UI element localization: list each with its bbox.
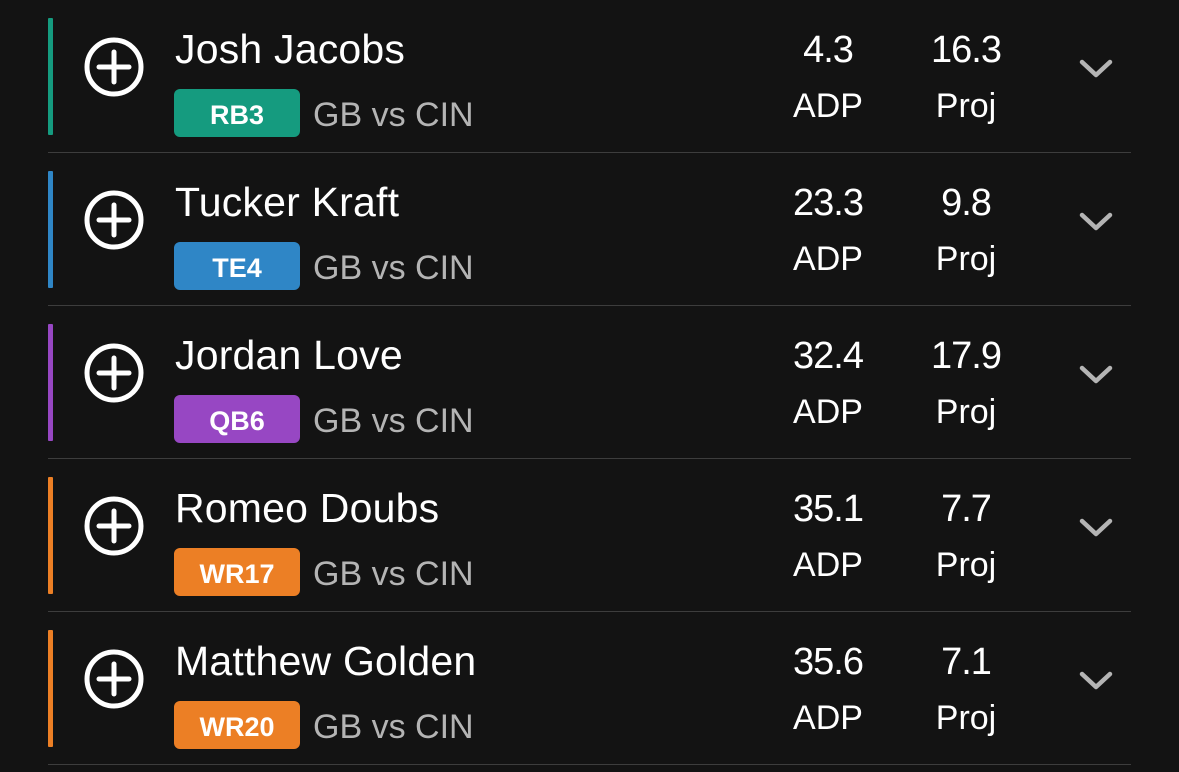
adp-stat: 35.1 ADP xyxy=(768,481,888,593)
player-list: Josh Jacobs RB3 GB vs CIN 4.3 ADP 16.3 P… xyxy=(0,0,1179,772)
proj-value: 16.3 xyxy=(931,29,1002,71)
proj-label: Proj xyxy=(935,546,997,584)
position-color-bar xyxy=(48,171,53,288)
player-name: Josh Jacobs xyxy=(175,26,406,72)
proj-label: Proj xyxy=(935,240,997,278)
position-badge: WR17 xyxy=(174,548,300,596)
adp-stat: 23.3 ADP xyxy=(768,175,888,287)
proj-value: 9.8 xyxy=(941,182,992,224)
proj-stat: 17.9 Proj xyxy=(906,328,1026,440)
proj-value: 7.7 xyxy=(941,488,992,530)
add-player-button[interactable] xyxy=(84,37,144,97)
add-player-button[interactable] xyxy=(84,649,144,709)
adp-value: 32.4 xyxy=(793,335,864,377)
chevron-down-icon xyxy=(1079,365,1113,384)
matchup-text: GB vs CIN xyxy=(313,401,474,440)
adp-label: ADP xyxy=(793,546,863,584)
proj-label: Proj xyxy=(935,87,997,125)
position-badge: RB3 xyxy=(174,89,300,137)
player-name: Jordan Love xyxy=(175,332,403,378)
adp-label: ADP xyxy=(793,393,863,431)
expand-row-button[interactable] xyxy=(1078,211,1114,233)
expand-row-button[interactable] xyxy=(1078,670,1114,692)
position-badge: WR20 xyxy=(174,701,300,749)
chevron-down-icon xyxy=(1079,518,1113,537)
proj-value: 7.1 xyxy=(941,641,992,683)
proj-stat: 7.7 Proj xyxy=(906,481,1026,593)
player-meta: QB6 GB vs CIN xyxy=(174,395,474,443)
adp-value: 35.1 xyxy=(793,488,864,530)
adp-stat: 32.4 ADP xyxy=(768,328,888,440)
matchup-text: GB vs CIN xyxy=(313,248,474,287)
proj-label: Proj xyxy=(935,393,997,431)
player-name: Romeo Doubs xyxy=(175,485,440,531)
player-meta: RB3 GB vs CIN xyxy=(174,89,474,137)
proj-stat: 16.3 Proj xyxy=(906,22,1026,134)
proj-stat: 9.8 Proj xyxy=(906,175,1026,287)
add-player-button[interactable] xyxy=(84,343,144,403)
adp-label: ADP xyxy=(793,87,863,125)
expand-row-button[interactable] xyxy=(1078,517,1114,539)
player-meta: WR20 GB vs CIN xyxy=(174,701,474,749)
plus-circle-icon xyxy=(84,190,144,250)
adp-stat: 35.6 ADP xyxy=(768,634,888,746)
matchup-text: GB vs CIN xyxy=(313,554,474,593)
player-row[interactable]: Romeo Doubs WR17 GB vs CIN 35.1 ADP 7.7 … xyxy=(48,459,1131,612)
adp-value: 23.3 xyxy=(793,182,864,224)
chevron-down-icon xyxy=(1079,59,1113,78)
position-badge: QB6 xyxy=(174,395,300,443)
player-name: Tucker Kraft xyxy=(175,179,400,225)
chevron-down-icon xyxy=(1079,671,1113,690)
adp-label: ADP xyxy=(793,240,863,278)
player-row[interactable]: Jordan Love QB6 GB vs CIN 32.4 ADP 17.9 … xyxy=(48,306,1131,459)
player-meta: TE4 GB vs CIN xyxy=(174,242,474,290)
expand-row-button[interactable] xyxy=(1078,364,1114,386)
proj-label: Proj xyxy=(935,699,997,737)
proj-value: 17.9 xyxy=(931,335,1002,377)
add-player-button[interactable] xyxy=(84,496,144,556)
position-color-bar xyxy=(48,630,53,747)
adp-label: ADP xyxy=(793,699,863,737)
adp-value: 35.6 xyxy=(793,641,864,683)
chevron-down-icon xyxy=(1079,212,1113,231)
plus-circle-icon xyxy=(84,496,144,556)
player-meta: WR17 GB vs CIN xyxy=(174,548,474,596)
expand-row-button[interactable] xyxy=(1078,58,1114,80)
plus-circle-icon xyxy=(84,649,144,709)
player-row[interactable]: Matthew Golden WR20 GB vs CIN 35.6 ADP 7… xyxy=(48,612,1131,765)
position-color-bar xyxy=(48,18,53,135)
player-name: Matthew Golden xyxy=(175,638,477,684)
player-row[interactable]: Tucker Kraft TE4 GB vs CIN 23.3 ADP 9.8 … xyxy=(48,153,1131,306)
plus-circle-icon xyxy=(84,37,144,97)
plus-circle-icon xyxy=(84,343,144,403)
position-color-bar xyxy=(48,324,53,441)
matchup-text: GB vs CIN xyxy=(313,707,474,746)
matchup-text: GB vs CIN xyxy=(313,95,474,134)
player-row[interactable]: Josh Jacobs RB3 GB vs CIN 4.3 ADP 16.3 P… xyxy=(48,0,1131,153)
proj-stat: 7.1 Proj xyxy=(906,634,1026,746)
add-player-button[interactable] xyxy=(84,190,144,250)
position-badge: TE4 xyxy=(174,242,300,290)
adp-value: 4.3 xyxy=(803,29,854,71)
position-color-bar xyxy=(48,477,53,594)
adp-stat: 4.3 ADP xyxy=(768,22,888,134)
